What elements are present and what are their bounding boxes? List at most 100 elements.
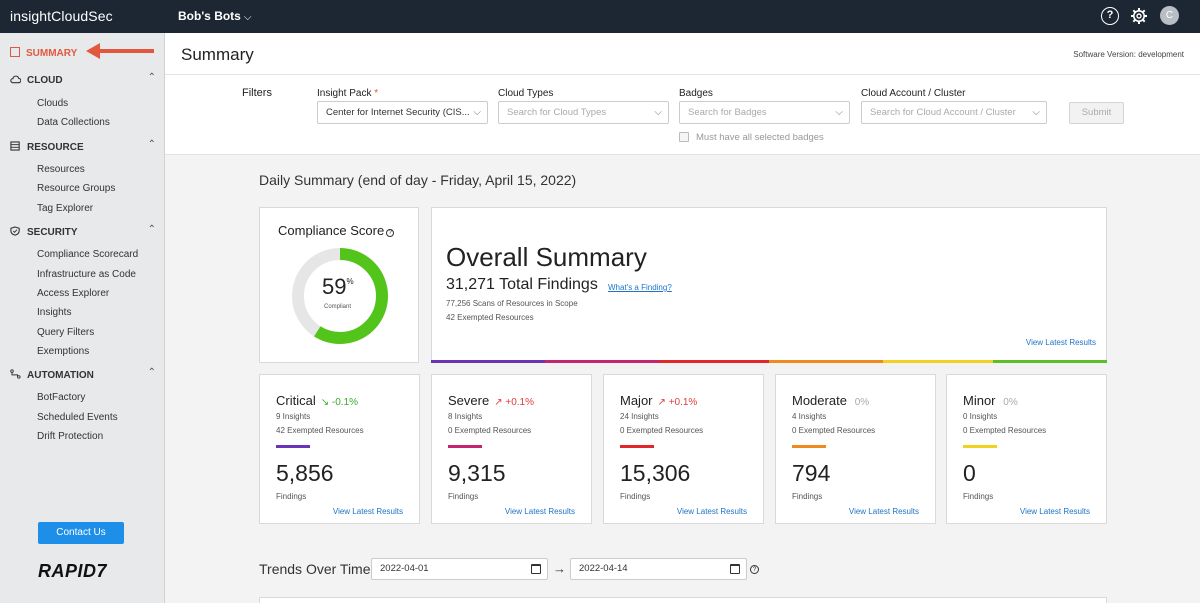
- software-version: Software Version: development: [1073, 50, 1184, 59]
- sidebar-item-access-explorer[interactable]: Access Explorer: [37, 288, 109, 299]
- compliance-sub: Compliant: [324, 304, 352, 310]
- sidebar-section-resource[interactable]: RESOURCE ⌃: [10, 139, 156, 153]
- trends-title: Trends Over Time: [259, 561, 371, 577]
- findings-count: 794: [792, 460, 831, 486]
- severity-color-swatch: [963, 445, 997, 448]
- trend-arrow-icon: ↘: [320, 397, 330, 408]
- sidebar-section-label: CLOUD: [27, 75, 63, 86]
- calendar-icon[interactable]: [531, 564, 541, 574]
- sidebar-section-security[interactable]: SECURITY ⌃: [10, 224, 156, 238]
- chevron-up-icon[interactable]: ⌃: [148, 139, 156, 150]
- app-logo[interactable]: insightCloudSec: [10, 8, 113, 24]
- color-bar-segment: [883, 360, 993, 363]
- badges-select[interactable]: Search for Badges ⌵: [679, 101, 850, 124]
- color-bar-segment: [659, 360, 769, 363]
- sidebar-item-query-filters[interactable]: Query Filters: [37, 327, 94, 338]
- scans-in-scope: 77,256 Scans of Resources in Scope: [446, 299, 578, 308]
- sidebar-section-automation[interactable]: AUTOMATION ⌃: [10, 367, 156, 381]
- page-header: Summary Software Version: development: [165, 33, 1200, 75]
- daily-summary-title: Daily Summary (end of day - Friday, Apri…: [259, 172, 577, 188]
- gear-icon[interactable]: [1130, 7, 1148, 25]
- view-latest-results-link[interactable]: View Latest Results: [677, 507, 747, 516]
- sidebar-item-summary[interactable]: SUMMARY: [10, 47, 77, 59]
- view-latest-results-link[interactable]: View Latest Results: [1026, 338, 1096, 347]
- severity-card-critical: Critical ↘ -0.1% 9 Insights 42 Exempted Res…: [259, 374, 420, 524]
- must-have-badges-checkbox[interactable]: [679, 132, 689, 142]
- help-icon[interactable]: ?: [750, 565, 759, 574]
- overall-summary-card: Overall Summary 31,271 Total Findings Wh…: [431, 207, 1107, 363]
- findings-label: Findings: [792, 492, 823, 501]
- chevron-up-icon[interactable]: ⌃: [148, 367, 156, 378]
- insight-pack-select[interactable]: Center for Internet Security (CIS... ⌵: [317, 101, 488, 124]
- view-latest-results-link[interactable]: View Latest Results: [505, 507, 575, 516]
- severity-color-swatch: [276, 445, 310, 448]
- help-icon[interactable]: ?: [1101, 7, 1119, 25]
- findings-label: Findings: [276, 492, 307, 501]
- severity-color-bar: [431, 360, 1107, 363]
- sidebar-item-scheduled-events[interactable]: Scheduled Events: [37, 412, 118, 423]
- severity-title: Severe ↗ +0.1%: [448, 393, 534, 408]
- sidebar-item-drift-protection[interactable]: Drift Protection: [37, 431, 103, 442]
- trends-chart-card: [259, 597, 1107, 603]
- sidebar-section-cloud[interactable]: CLOUD ⌃: [10, 72, 156, 86]
- sidebar-item-tag-explorer[interactable]: Tag Explorer: [37, 203, 93, 214]
- sidebar: SUMMARY CLOUD ⌃ Clouds Data Collections R…: [0, 33, 165, 603]
- contact-us-button[interactable]: Contact Us: [38, 522, 124, 544]
- filters-panel: Filters Insight Pack * Center for Intern…: [165, 75, 1200, 155]
- delta-value: 0%: [854, 397, 870, 408]
- logo-prefix: insight: [10, 8, 52, 24]
- view-latest-results-link[interactable]: View Latest Results: [849, 507, 919, 516]
- sidebar-item-data-collections[interactable]: Data Collections: [37, 117, 110, 128]
- trend-arrow-icon: ↗: [494, 397, 503, 408]
- severity-name: Major: [620, 393, 653, 408]
- sidebar-item-botfactory[interactable]: BotFactory: [37, 392, 85, 403]
- chevron-up-icon[interactable]: ⌃: [148, 72, 156, 83]
- avatar[interactable]: C: [1160, 6, 1179, 25]
- badges-placeholder: Search for Badges: [688, 107, 767, 118]
- sidebar-section-label: SECURITY: [27, 227, 78, 238]
- findings-count: 15,306: [620, 460, 691, 486]
- must-have-badges-label: Must have all selected badges: [696, 132, 824, 143]
- severity-delta: ↘ -0.1%: [321, 397, 358, 408]
- view-latest-results-link[interactable]: View Latest Results: [333, 507, 403, 516]
- severity-card-moderate: Moderate 0% 4 Insights 0 Exempted Resource…: [775, 374, 936, 524]
- insights-count: 4 Insights: [792, 412, 827, 421]
- exempted-resources: 42 Exempted Resources: [446, 313, 534, 322]
- compliance-number: 59: [322, 274, 347, 299]
- start-date-input[interactable]: 2022-04-01: [371, 558, 548, 580]
- chevron-up-icon[interactable]: ⌃: [148, 224, 156, 235]
- filters-label: Filters: [242, 87, 272, 99]
- exempted-count: 0 Exempted Resources: [792, 426, 876, 435]
- sidebar-item-resource-groups[interactable]: Resource Groups: [37, 183, 115, 194]
- sidebar-item-infrastructure-as-code[interactable]: Infrastructure as Code: [37, 269, 136, 280]
- logo-suffix: CloudSec: [51, 8, 113, 24]
- end-date-input[interactable]: 2022-04-14: [570, 558, 747, 580]
- chevron-down-icon: ⌵: [654, 107, 662, 118]
- calendar-icon[interactable]: [730, 564, 740, 574]
- insights-count: 0 Insights: [963, 412, 998, 421]
- sidebar-item-compliance-scorecard[interactable]: Compliance Scorecard: [37, 249, 138, 260]
- help-icon[interactable]: ?: [386, 229, 395, 237]
- trend-arrow-icon: ↗: [657, 397, 666, 408]
- sidebar-item-insights[interactable]: Insights: [37, 307, 71, 318]
- cloud-types-select[interactable]: Search for Cloud Types ⌵: [498, 101, 669, 124]
- org-switcher[interactable]: Bob's Bots ⌵: [178, 9, 251, 23]
- shield-icon: [10, 226, 20, 236]
- sidebar-item-exemptions[interactable]: Exemptions: [37, 346, 89, 357]
- view-latest-results-link[interactable]: View Latest Results: [1020, 507, 1090, 516]
- exempted-count: 0 Exempted Resources: [448, 426, 532, 435]
- cloud-account-select[interactable]: Search for Cloud Account / Cluster ⌵: [861, 101, 1047, 124]
- sidebar-item-resources[interactable]: Resources: [37, 164, 85, 175]
- submit-button[interactable]: Submit: [1069, 102, 1124, 124]
- severity-color-swatch: [792, 445, 826, 448]
- sidebar-item-clouds[interactable]: Clouds: [37, 98, 68, 109]
- whats-a-finding-link[interactable]: What's a Finding?: [608, 283, 672, 292]
- sidebar-section-label: AUTOMATION: [27, 370, 94, 381]
- automation-icon: [10, 369, 21, 379]
- findings-count: 9,315: [448, 460, 506, 486]
- page-title: Summary: [181, 45, 254, 64]
- color-bar-segment: [545, 360, 659, 363]
- severity-delta: ↗ +0.1%: [658, 397, 698, 408]
- insights-count: 9 Insights: [276, 412, 311, 421]
- cloud-types-placeholder: Search for Cloud Types: [507, 107, 607, 118]
